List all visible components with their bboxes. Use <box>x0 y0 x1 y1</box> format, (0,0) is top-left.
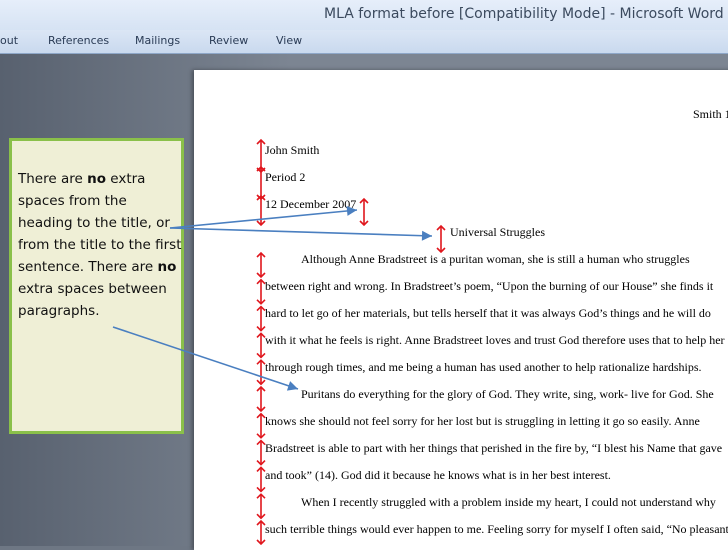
pointer-arrow-heading-head <box>346 205 357 216</box>
pointer-arrow-title-head <box>421 230 432 241</box>
pointer-arrow-title <box>169 227 433 237</box>
pointer-arrow-paragraph <box>112 326 299 390</box>
pointer-arrow-heading <box>169 209 358 229</box>
pointer-arrow-paragraph-head <box>286 381 298 391</box>
annotation-overlay <box>112 138 446 546</box>
